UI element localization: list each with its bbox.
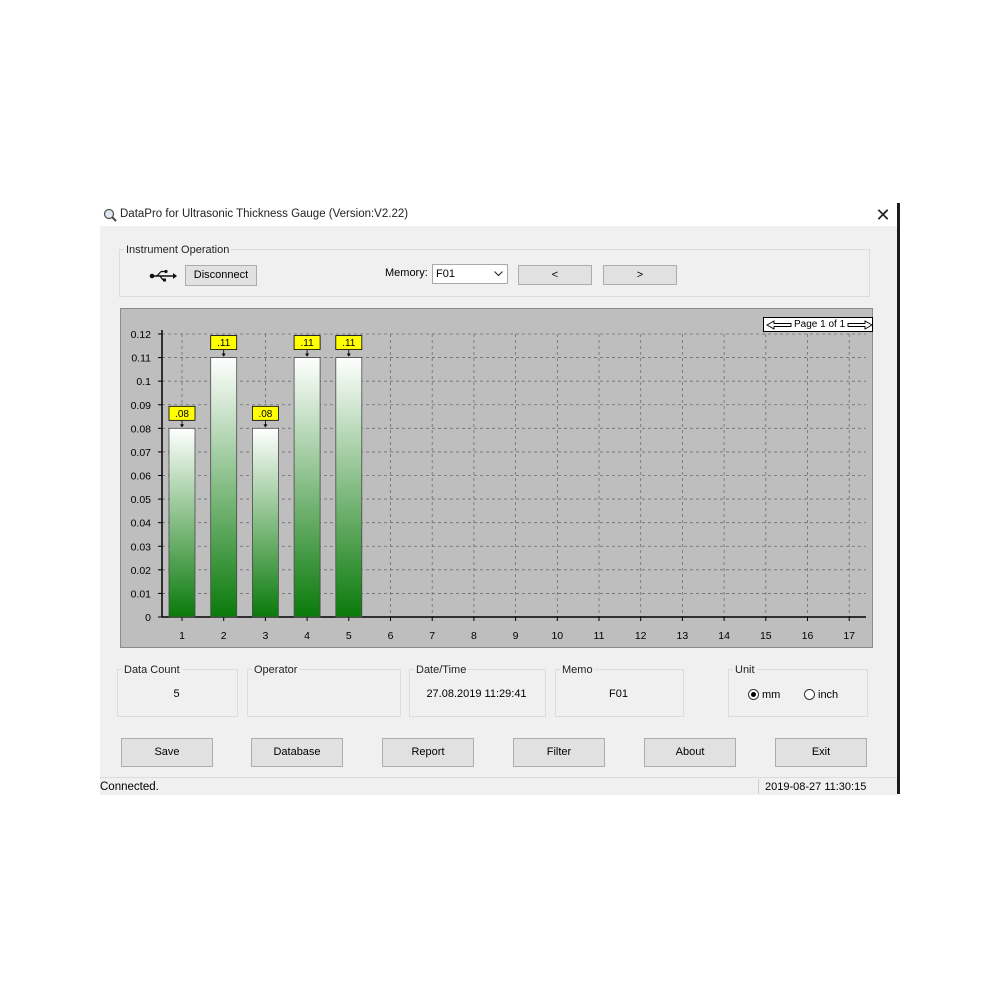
unit-inch-radio[interactable] bbox=[804, 689, 815, 700]
chevron-down-icon bbox=[494, 271, 503, 277]
save-button[interactable]: Save bbox=[121, 738, 213, 767]
status-divider bbox=[758, 779, 759, 794]
unit-mm-label[interactable]: mm bbox=[762, 689, 780, 701]
instrument-operation-label: Instrument Operation bbox=[124, 244, 232, 256]
y-tick-label: 0 bbox=[145, 612, 151, 624]
x-tick-label: 6 bbox=[388, 630, 394, 642]
disconnect-button[interactable]: Disconnect bbox=[185, 265, 257, 286]
x-tick-label: 4 bbox=[304, 630, 310, 642]
thickness-bar-chart: 0.120.110.10.090.080.070.060.050.040.030… bbox=[131, 329, 866, 642]
status-bar: Connected. 2019-08-27 11:30:15 bbox=[100, 777, 898, 795]
x-tick-label: 8 bbox=[471, 630, 477, 642]
x-tick-label: 11 bbox=[594, 630, 605, 642]
x-tick-label: 5 bbox=[346, 630, 352, 642]
chart-panel: 0.12 0.11 0.1 0.09 0.08 0.07 0.06 0.05 0.04 0.03 0… bbox=[120, 308, 873, 648]
x-tick-label: 7 bbox=[429, 630, 435, 642]
memory-select-value: F01 bbox=[436, 268, 455, 280]
operator-label: Operator bbox=[252, 664, 300, 676]
status-timestamp: 2019-08-27 11:30:15 bbox=[765, 781, 867, 793]
x-tick-label: 12 bbox=[635, 630, 647, 642]
datetime-label: Date/Time bbox=[414, 664, 469, 676]
data-label: .11 bbox=[342, 338, 356, 349]
data-label: .11 bbox=[217, 338, 231, 349]
x-tick-label: 17 bbox=[843, 630, 855, 642]
data-label: .08 bbox=[175, 409, 189, 420]
y-tick-label: 0.05 bbox=[131, 494, 152, 506]
y-tick-label: 0.02 bbox=[131, 565, 152, 577]
data-label: .11 bbox=[301, 338, 315, 349]
datetime-value: 27.08.2019 11:29:41 bbox=[426, 688, 527, 700]
window-edge bbox=[897, 203, 900, 794]
y-tick-label: 0.06 bbox=[131, 471, 152, 483]
database-button[interactable]: Database bbox=[251, 738, 343, 767]
data-label-arrowhead bbox=[263, 424, 268, 428]
page-navigator[interactable]: Page 1 of 1 bbox=[763, 317, 873, 332]
y-tick-label: 0.07 bbox=[131, 447, 152, 459]
data-label: .08 bbox=[258, 409, 272, 420]
x-tick-label: 3 bbox=[262, 630, 268, 642]
y-tick-label: 0.12 bbox=[131, 329, 152, 341]
memo-label: Memo bbox=[560, 664, 595, 676]
report-button[interactable]: Report bbox=[382, 738, 474, 767]
data-bar bbox=[168, 427, 196, 618]
data-label-arrowhead bbox=[346, 353, 351, 357]
unit-label: Unit bbox=[733, 664, 757, 676]
window-title: DataPro for Ultrasonic Thickness Gauge (… bbox=[120, 208, 409, 220]
page-prev-arrow-icon[interactable] bbox=[766, 320, 792, 330]
data-count-label: Data Count bbox=[122, 664, 182, 676]
data-label-arrowhead bbox=[305, 353, 310, 357]
status-connection-text: Connected. bbox=[100, 781, 159, 793]
memory-select[interactable]: F01 bbox=[432, 264, 508, 284]
app-window: DataPro for Ultrasonic Thickness Gauge (… bbox=[100, 203, 898, 795]
operator-group bbox=[247, 669, 401, 717]
y-tick-label: 0.11 bbox=[131, 353, 151, 365]
data-label-arrowhead bbox=[221, 353, 226, 357]
prev-memory-button[interactable]: < bbox=[518, 265, 592, 285]
unit-inch-label[interactable]: inch bbox=[818, 689, 838, 701]
title-bar: DataPro for Ultrasonic Thickness Gauge (… bbox=[100, 203, 898, 226]
magnifier-app-icon bbox=[103, 208, 117, 222]
x-tick-label: 2 bbox=[221, 630, 227, 642]
y-tick-label: 0.04 bbox=[131, 518, 152, 530]
usb-icon bbox=[149, 269, 177, 282]
next-memory-button[interactable]: > bbox=[603, 265, 677, 285]
x-tick-label: 9 bbox=[513, 630, 519, 642]
memo-value: F01 bbox=[609, 688, 628, 700]
y-tick-label: 0.03 bbox=[131, 541, 152, 553]
y-tick-label: 0.01 bbox=[131, 588, 152, 600]
data-label-arrowhead bbox=[180, 424, 184, 428]
x-tick-label: 16 bbox=[802, 630, 814, 642]
data-bar bbox=[210, 357, 238, 618]
x-tick-label: 13 bbox=[677, 630, 689, 642]
data-bar bbox=[251, 427, 279, 618]
memory-label: Memory: bbox=[385, 267, 428, 279]
close-button[interactable]: ✕ bbox=[872, 204, 894, 226]
data-bar bbox=[293, 357, 321, 618]
x-tick-label: 10 bbox=[551, 630, 563, 642]
x-tick-label: 15 bbox=[760, 630, 772, 642]
exit-button[interactable]: Exit bbox=[775, 738, 867, 767]
filter-button[interactable]: Filter bbox=[513, 738, 605, 767]
data-count-value: 5 bbox=[173, 688, 180, 700]
x-tick-label: 14 bbox=[718, 630, 730, 642]
unit-mm-radio[interactable] bbox=[748, 689, 759, 700]
y-tick-label: 0.1 bbox=[136, 376, 151, 388]
page-next-arrow-icon[interactable] bbox=[847, 320, 873, 330]
y-tick-label: 0.09 bbox=[131, 400, 152, 412]
data-bar bbox=[335, 357, 363, 618]
about-button[interactable]: About bbox=[644, 738, 736, 767]
x-tick-label: 1 bbox=[179, 630, 185, 642]
y-tick-label: 0.08 bbox=[131, 423, 152, 435]
page-indicator-text: Page 1 of 1 bbox=[794, 319, 846, 330]
